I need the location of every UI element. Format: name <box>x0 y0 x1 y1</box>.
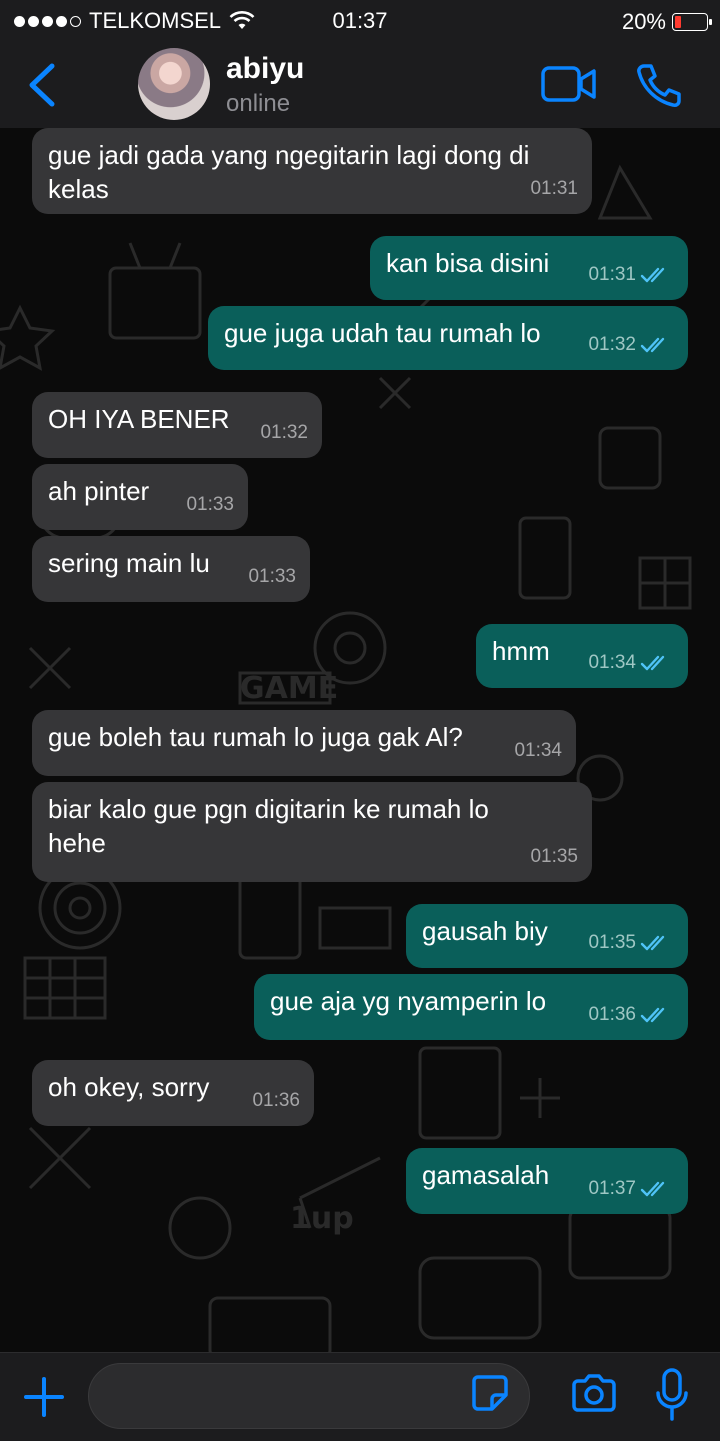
incoming-message[interactable]: ah pinter 01:33 <box>32 464 248 530</box>
message-meta: 01:32 <box>588 328 674 362</box>
outgoing-message[interactable]: kan bisa disini 01:31 <box>370 236 688 300</box>
message-time: 01:35 <box>530 846 578 867</box>
message-time: 01:34 <box>588 652 636 673</box>
message-time: 01:32 <box>260 422 308 443</box>
read-receipt-icon <box>640 337 665 353</box>
message-time: 01:37 <box>588 1178 636 1199</box>
message-meta: 01:31 <box>530 172 578 206</box>
incoming-message[interactable]: gue jadi gada yang ngegitarin lagi dong … <box>32 128 592 214</box>
message-meta: 01:36 <box>252 1084 300 1118</box>
message-meta: 01:31 <box>588 258 674 292</box>
battery-icon <box>672 13 712 31</box>
message-meta: 01:36 <box>588 998 674 1032</box>
incoming-message[interactable]: sering main lu 01:33 <box>32 536 310 602</box>
message-input[interactable] <box>88 1363 530 1429</box>
outgoing-message[interactable]: gamasalah 01:37 <box>406 1148 688 1214</box>
message-time: 01:36 <box>252 1090 300 1111</box>
outgoing-message[interactable]: gue aja yg nyamperin lo 01:36 <box>254 974 688 1040</box>
svg-text:GAME: GAME <box>240 671 338 706</box>
battery-info: 20% <box>621 9 712 35</box>
incoming-message[interactable]: OH IYA BENER 01:32 <box>32 392 322 458</box>
contact-name[interactable]: abiyu <box>226 52 304 86</box>
message-text: gue jadi gada yang ngegitarin lagi dong … <box>48 140 530 204</box>
read-receipt-icon <box>640 935 665 951</box>
message-meta: 01:32 <box>260 416 308 450</box>
message-meta: 01:37 <box>588 1172 674 1206</box>
plus-icon[interactable] <box>22 1375 66 1419</box>
message-meta: 01:34 <box>588 646 674 680</box>
phone-icon[interactable] <box>634 62 682 108</box>
chat-header: abiyu online <box>0 42 720 129</box>
message-time: 01:34 <box>514 740 562 761</box>
message-meta: 01:33 <box>248 560 296 594</box>
read-receipt-icon <box>640 267 665 283</box>
incoming-message[interactable]: gue boleh tau rumah lo juga gak Al? 01:34 <box>32 710 576 776</box>
message-time: 01:32 <box>588 334 636 355</box>
battery-percentage: 20% <box>621 9 666 34</box>
message-meta: 01:33 <box>186 488 234 522</box>
message-meta: 01:34 <box>514 734 562 768</box>
message-time: 01:35 <box>588 932 636 953</box>
outgoing-message[interactable]: gausah biy 01:35 <box>406 904 688 968</box>
read-receipt-icon <box>640 655 665 671</box>
video-call-icon[interactable] <box>540 64 598 104</box>
message-list[interactable]: GAME 1up gue jadi gada yang ngegitarin l… <box>0 128 720 1352</box>
message-text: biar kalo gue pgn digitarin ke rumah lo … <box>48 794 489 858</box>
incoming-message[interactable]: biar kalo gue pgn digitarin ke rumah lo … <box>32 782 592 882</box>
message-meta: 01:35 <box>530 840 578 874</box>
avatar[interactable] <box>138 48 210 120</box>
contact-status: online <box>226 90 291 117</box>
message-text: gue boleh tau rumah lo juga gak Al? <box>48 722 463 752</box>
read-receipt-icon <box>640 1181 665 1197</box>
svg-text:1up: 1up <box>290 1201 354 1236</box>
status-bar: TELKOMSEL 01:37 20% <box>0 0 720 42</box>
message-meta: 01:35 <box>588 926 674 960</box>
read-receipt-icon <box>640 1007 665 1023</box>
message-time: 01:36 <box>588 1004 636 1025</box>
microphone-icon[interactable] <box>654 1367 690 1423</box>
outgoing-message[interactable]: hmm 01:34 <box>476 624 688 688</box>
incoming-message[interactable]: oh okey, sorry 01:36 <box>32 1060 314 1126</box>
message-time: 01:31 <box>530 178 578 199</box>
message-composer <box>0 1352 720 1441</box>
message-time: 01:33 <box>248 566 296 587</box>
clock: 01:37 <box>332 8 388 33</box>
outgoing-message[interactable]: gue juga udah tau rumah lo 01:32 <box>208 306 688 370</box>
message-time: 01:31 <box>588 264 636 285</box>
sticker-icon[interactable] <box>470 1373 510 1413</box>
camera-icon[interactable] <box>570 1373 618 1413</box>
message-time: 01:33 <box>186 494 234 515</box>
chevron-left-icon[interactable] <box>24 62 60 108</box>
